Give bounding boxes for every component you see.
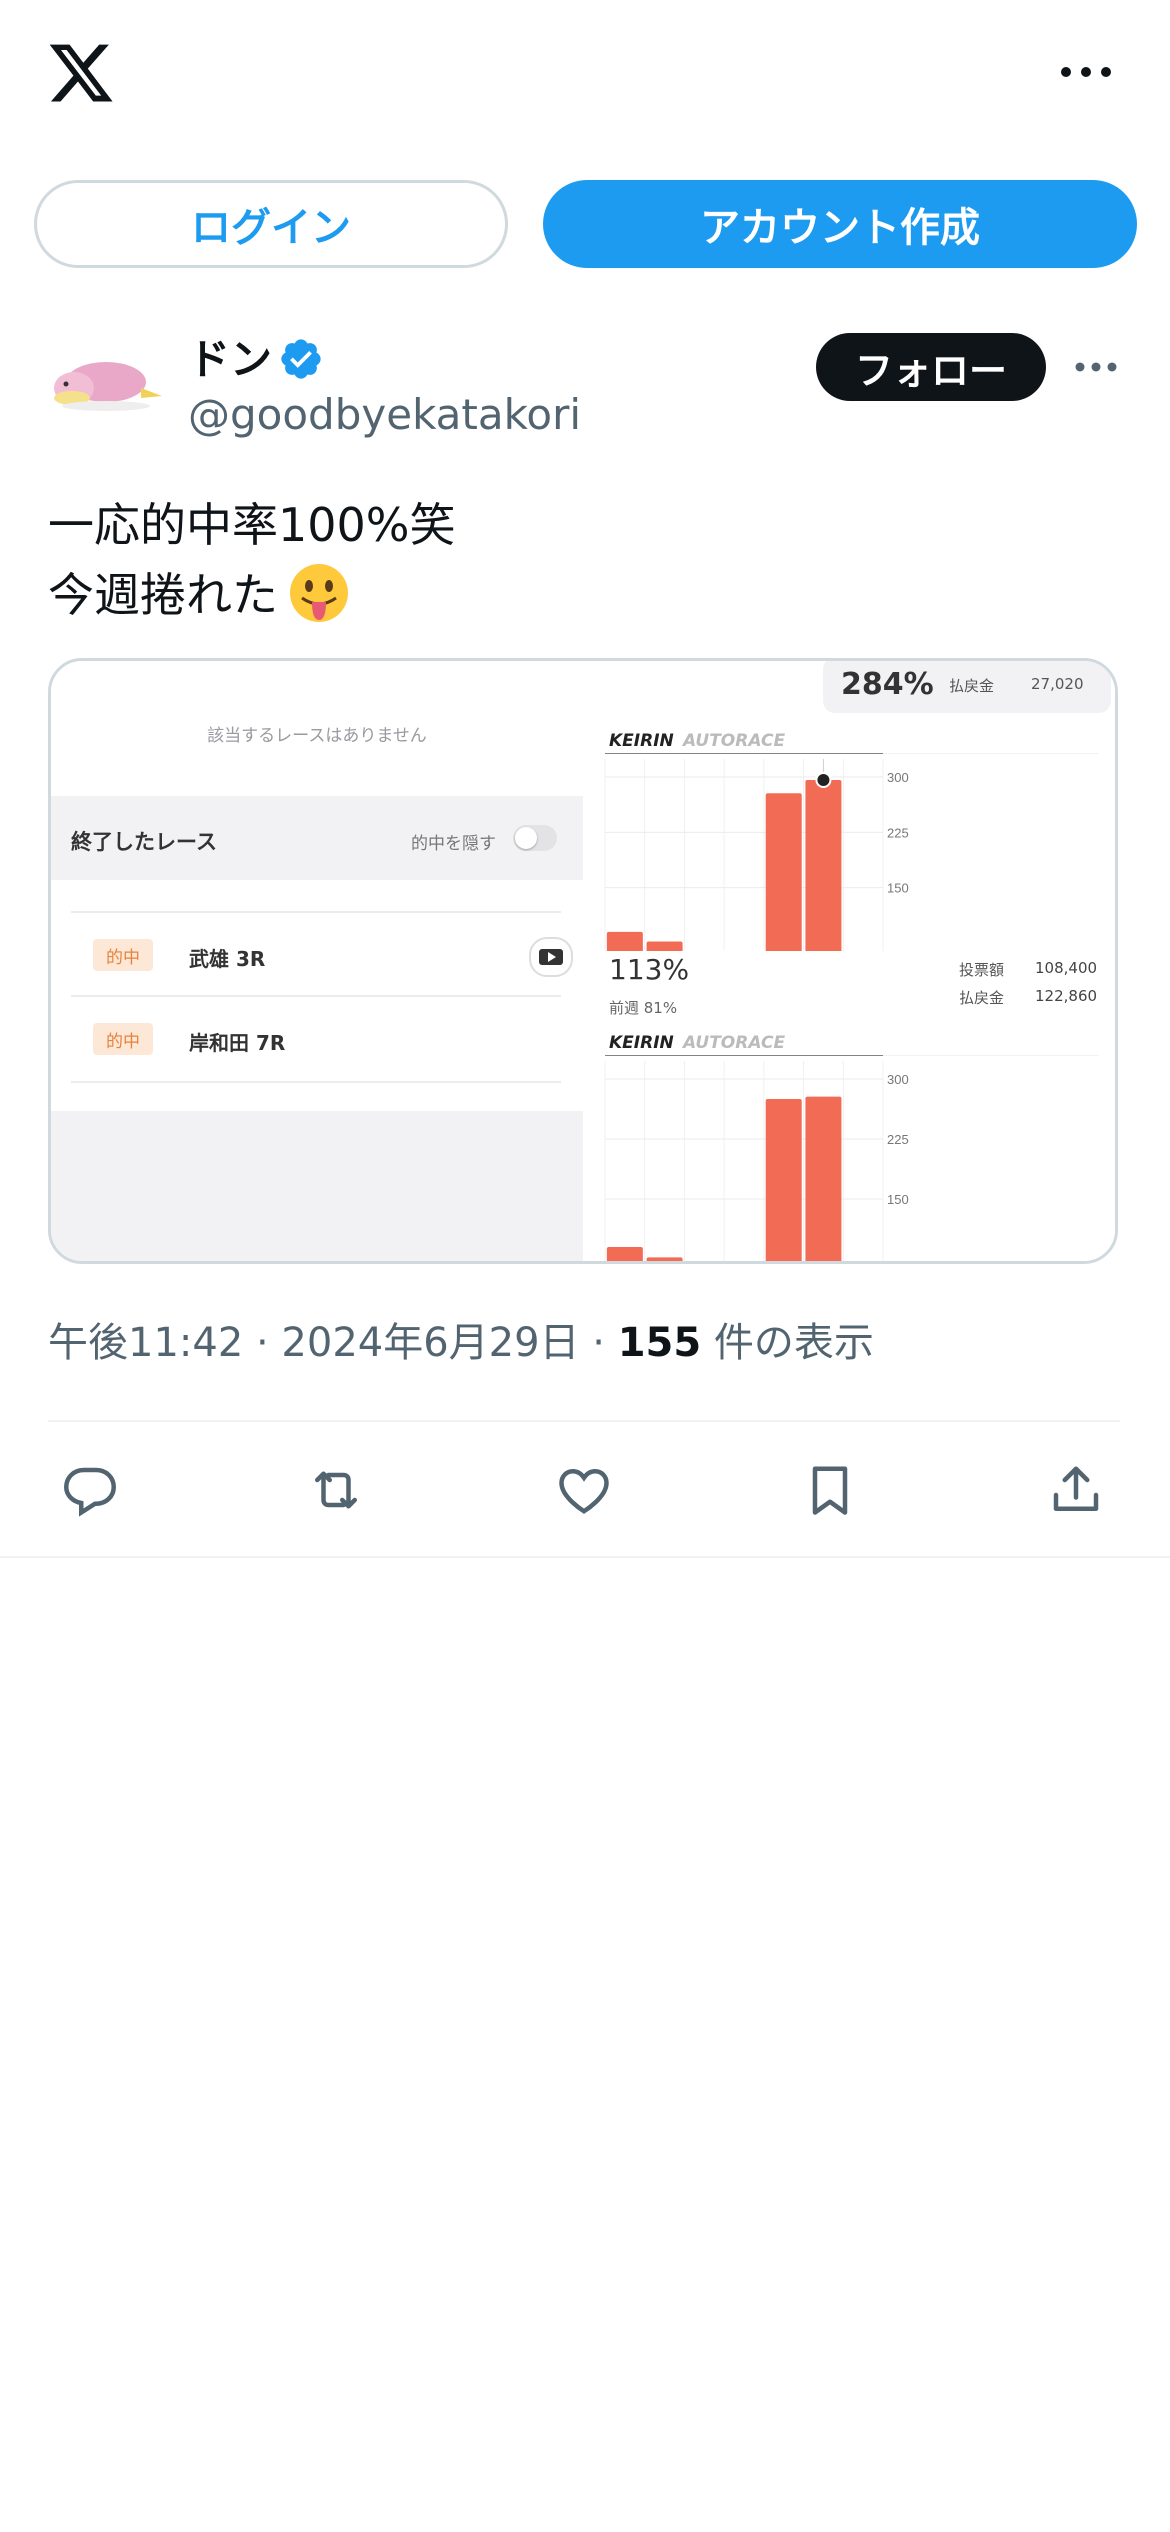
repost-icon[interactable] (306, 1460, 366, 1520)
weekly-chart-bottom: 300 225 150 (604, 1055, 1099, 1261)
ended-races-label: 終了したレース (71, 830, 217, 854)
share-icon[interactable] (1046, 1460, 1106, 1520)
payout-label-2: 払戻金 (959, 989, 1005, 1007)
bar (606, 931, 643, 951)
no-races-text: 該当するレースはありません (207, 726, 427, 746)
bar (646, 1257, 683, 1261)
more-dots-icon[interactable] (1058, 56, 1114, 88)
weekly-chart-top: 300 225 150 (604, 753, 1099, 951)
media-right-panel: 284% 払戻金 27,020 KEIRIN AUTORACE 300 225 15… (583, 661, 1115, 1261)
post-text: 一応的中率100%笑 今週捲れた (48, 498, 456, 622)
x-logo-icon[interactable] (46, 38, 116, 108)
bar (765, 1099, 802, 1261)
tab-autorace-2: AUTORACE (683, 1033, 786, 1053)
author-name[interactable]: ドン (188, 326, 272, 387)
hit-badge: 的中 (93, 1023, 153, 1055)
post-media-image[interactable]: 該当するレースはありません 終了したレース 的中を隠す 的中 武雄 3R 的中 … (48, 658, 1118, 1264)
tab-keirin-2: KEIRIN (609, 1033, 674, 1053)
prev-week-rate: 前週 81% (609, 999, 678, 1017)
rate-percent: 113% (609, 953, 690, 986)
tick-label: 300 (887, 1072, 909, 1087)
race-name: 岸和田 7R (189, 1031, 286, 1055)
post-more-icon[interactable] (1072, 352, 1120, 382)
bar (805, 779, 842, 951)
verified-badge-icon (278, 336, 324, 382)
create-account-button[interactable]: アカウント作成 (543, 180, 1137, 268)
timestamp[interactable]: 午後11:42 · 2024年6月29日 · (48, 1320, 618, 1366)
bet-label: 投票額 (959, 961, 1005, 979)
tab-keirin: KEIRIN (609, 731, 674, 751)
views-count: 155 (617, 1320, 702, 1366)
payout-top-value: 27,020 (1031, 675, 1084, 693)
top-percent: 284% (841, 667, 934, 702)
tongue-out-emoji-icon (288, 562, 350, 624)
views-suffix: 件の表示 (701, 1320, 874, 1366)
avatar[interactable] (46, 340, 166, 420)
divider-bottom (0, 1556, 1170, 1558)
tick-label: 300 (887, 770, 909, 785)
login-button[interactable]: ログイン (34, 180, 508, 268)
bookmark-icon[interactable] (800, 1460, 860, 1520)
tick-label: 150 (887, 881, 909, 896)
follow-button[interactable]: フォロー (816, 333, 1046, 401)
bar (805, 1096, 842, 1261)
bet-value: 108,400 (1035, 959, 1098, 977)
tick-label: 225 (887, 825, 909, 840)
hit-badge: 的中 (93, 939, 153, 971)
bar (646, 941, 683, 951)
video-icon (529, 937, 573, 977)
payout-label: 払戻金 (949, 677, 995, 695)
highlight-point (815, 771, 832, 788)
hide-hits-toggle (513, 825, 557, 851)
divider (48, 1420, 1120, 1422)
hide-hits-label: 的中を隠す (411, 834, 496, 854)
reply-icon[interactable] (60, 1460, 120, 1520)
author-handle[interactable]: @goodbyekatakori (188, 390, 581, 439)
post-meta: 午後11:42 · 2024年6月29日 · 155 件の表示 (48, 1310, 874, 1368)
like-icon[interactable] (554, 1460, 614, 1520)
bar (765, 793, 802, 951)
race-name: 武雄 3R (189, 947, 266, 971)
tab-autorace: AUTORACE (683, 731, 786, 751)
payout-value: 122,860 (1035, 987, 1098, 1005)
tick-label: 225 (887, 1132, 909, 1147)
list-item: 的中 岸和田 7R (71, 995, 561, 1083)
bar (606, 1247, 643, 1261)
tick-label: 150 (887, 1192, 909, 1207)
list-item: 的中 武雄 3R (71, 911, 573, 997)
media-left-panel: 該当するレースはありません 終了したレース 的中を隠す 的中 武雄 3R 的中 … (51, 661, 583, 1261)
